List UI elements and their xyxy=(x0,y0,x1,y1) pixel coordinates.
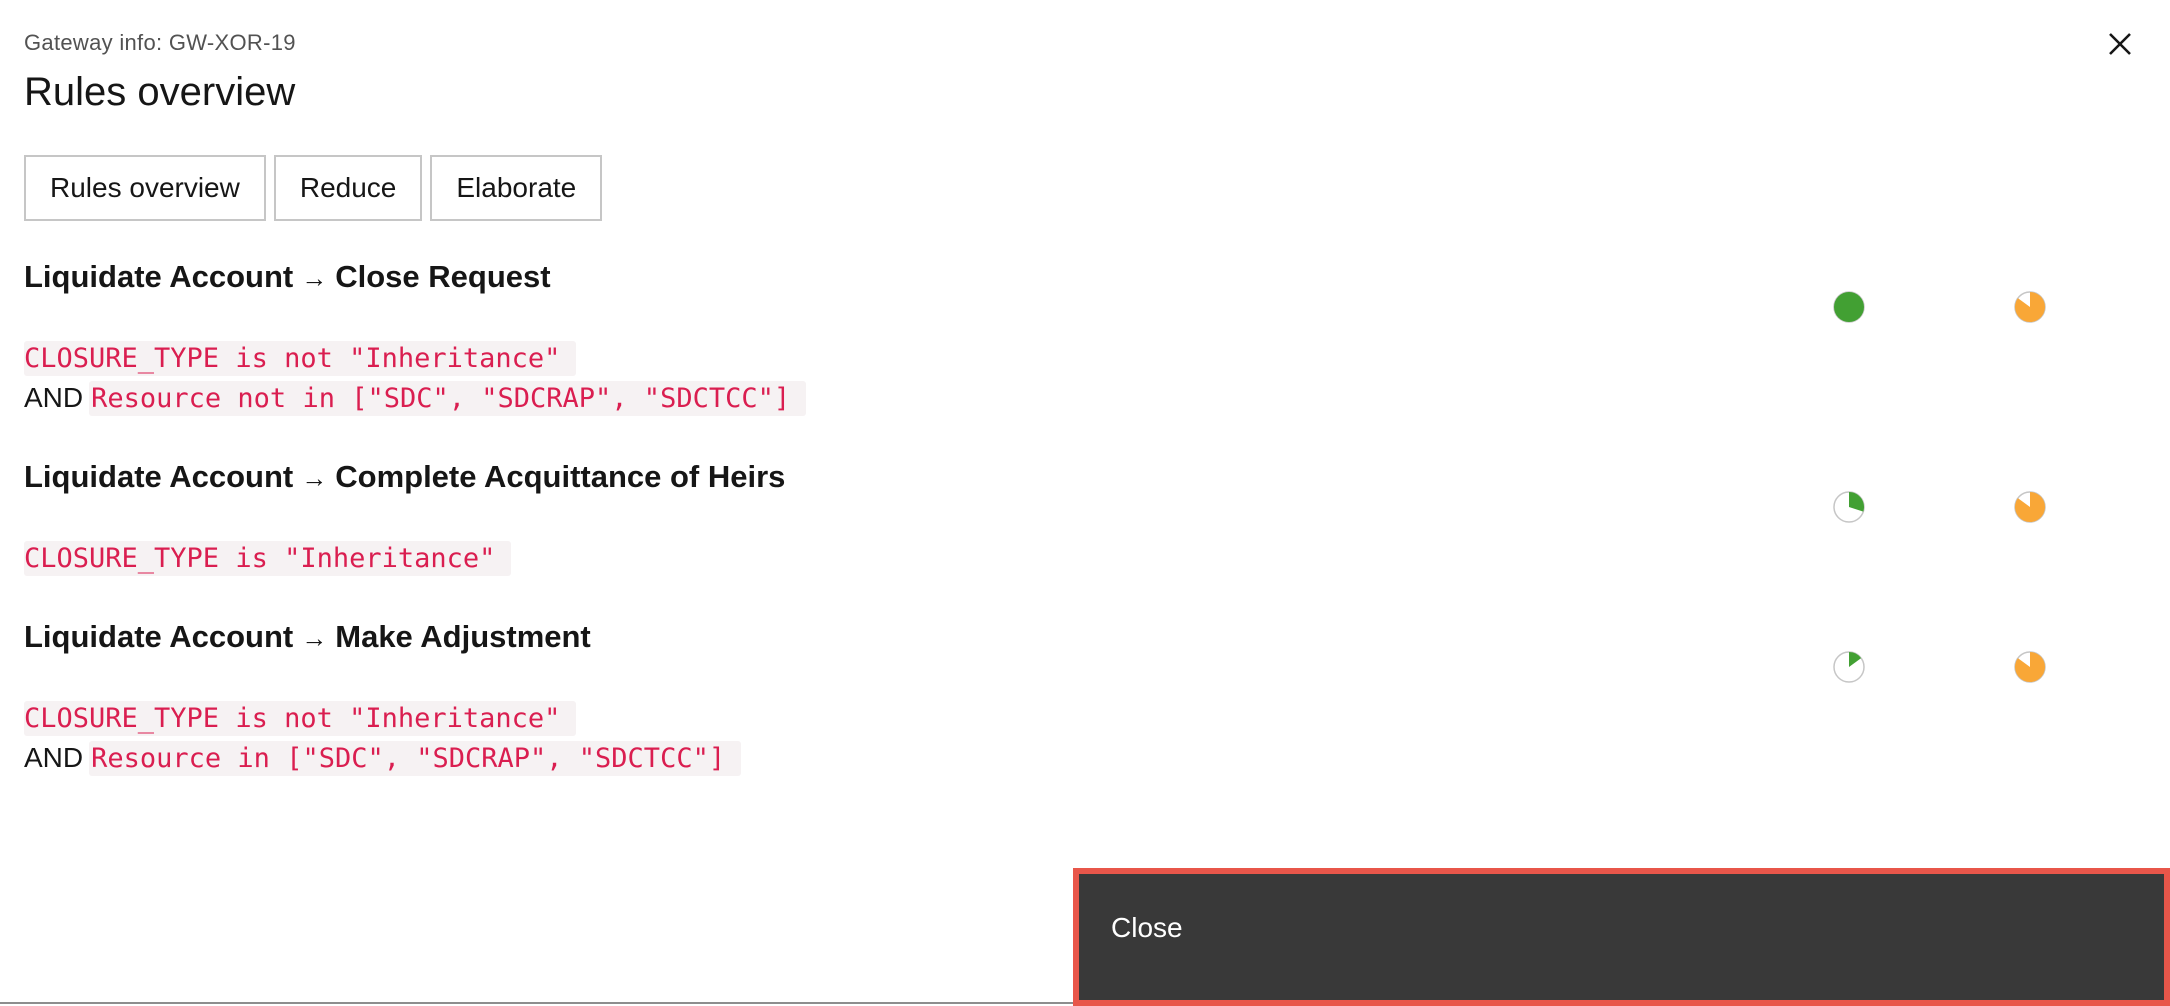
green-pie-icon xyxy=(1833,651,1865,683)
close-icon[interactable] xyxy=(2100,24,2140,64)
rule-source: Liquidate Account xyxy=(24,459,294,494)
condition-code: CLOSURE_TYPE is not "Inheritance" xyxy=(24,340,577,376)
rule-target: Complete Acquittance of Heirs xyxy=(335,459,786,494)
tab-reduce[interactable]: Reduce xyxy=(273,155,423,221)
rule-condition: CLOSURE_TYPE is not "Inheritance" xyxy=(24,698,741,738)
modal-label: Gateway info: GW-XOR-19 xyxy=(24,30,296,55)
close-button[interactable]: Close xyxy=(1073,868,2170,1006)
green-pie-icon xyxy=(1833,491,1865,523)
rule-title: Liquidate Account → Complete Acquittance o… xyxy=(24,456,785,498)
condition-code: Resource not in ["SDC", "SDCRAP", "SDCTC… xyxy=(89,380,807,416)
tab-elaborate[interactable]: Elaborate xyxy=(430,155,603,221)
rule-target: Close Request xyxy=(335,259,551,294)
rule-arrow: → xyxy=(301,623,328,653)
rule-title: Liquidate Account → Make Adjustment xyxy=(24,616,741,658)
condition-code: Resource in ["SDC", "SDCRAP", "SDCTCC"] xyxy=(89,740,742,776)
condition-operator: AND xyxy=(24,382,84,413)
view-tabs: Rules overview Reduce Elaborate xyxy=(24,155,603,221)
rule-arrow: → xyxy=(301,263,328,293)
rule-target: Make Adjustment xyxy=(335,619,591,654)
condition-code: CLOSURE_TYPE is "Inheritance" xyxy=(24,540,512,576)
orange-pie-icon xyxy=(2014,491,2046,523)
orange-pie-icon xyxy=(2014,291,2046,323)
rule-condition: CLOSURE_TYPE is not "Inheritance" xyxy=(24,338,806,378)
rule-3: Liquidate Account → Make Adjustment CLOSUR… xyxy=(24,616,742,778)
condition-code: CLOSURE_TYPE is not "Inheritance" xyxy=(24,700,577,736)
rule-condition: CLOSURE_TYPE is "Inheritance" xyxy=(24,538,785,578)
rule-condition: AND Resource not in ["SDC", "SDCRAP", "S… xyxy=(24,378,807,418)
condition-operator: AND xyxy=(24,742,84,773)
rule-condition: AND Resource in ["SDC", "SDCRAP", "SDCTC… xyxy=(24,738,742,778)
green-pie-icon xyxy=(1833,291,1865,323)
rule-source: Liquidate Account xyxy=(24,619,294,654)
orange-pie-icon xyxy=(2014,651,2046,683)
tab-rules-overview[interactable]: Rules overview xyxy=(24,155,266,221)
rules-modal: Gateway info: GW-XOR-19 Rules overview R… xyxy=(0,0,2170,1006)
footer-divider xyxy=(0,1002,1073,1004)
rule-1: Liquidate Account → Close Request CLOSURE_… xyxy=(24,256,807,418)
rule-arrow: → xyxy=(301,463,328,493)
modal-title: Rules overview xyxy=(24,70,296,114)
rule-2: Liquidate Account → Complete Acquittance o… xyxy=(24,456,785,578)
rule-title: Liquidate Account → Close Request xyxy=(24,256,806,298)
rule-source: Liquidate Account xyxy=(24,259,294,294)
